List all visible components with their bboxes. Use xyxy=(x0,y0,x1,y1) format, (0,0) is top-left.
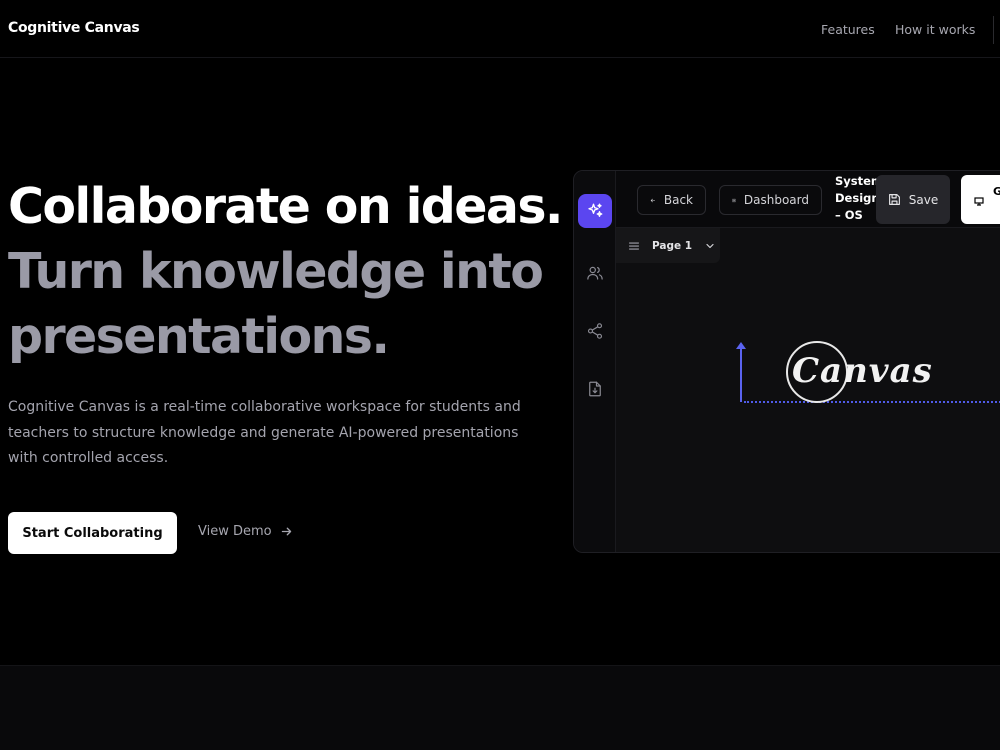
chevron-down-icon xyxy=(706,243,714,248)
app-preview: Back Dashboard System Design – OS Save G… xyxy=(573,170,1000,553)
canvas-dotted-line xyxy=(744,401,1000,403)
page-selector-label: Page 1 xyxy=(652,239,693,252)
arrow-right-icon xyxy=(281,527,291,536)
canvas-area[interactable]: Canvas xyxy=(616,263,1000,552)
share-icon xyxy=(587,323,603,339)
next-section xyxy=(0,665,1000,750)
hero-title-line3: presentations. xyxy=(8,308,390,365)
share-button[interactable] xyxy=(585,321,605,341)
canvas-text-element[interactable]: Canvas xyxy=(792,351,933,391)
save-label: Save xyxy=(908,192,939,207)
dashboard-button[interactable]: Dashboard xyxy=(719,185,822,215)
collaborators-button[interactable] xyxy=(585,263,605,283)
back-button[interactable]: Back xyxy=(637,185,706,215)
save-icon xyxy=(888,194,900,205)
view-demo-link[interactable]: View Demo xyxy=(198,524,293,539)
app-sidebar xyxy=(574,171,616,552)
sparkles-icon xyxy=(588,203,603,217)
file-download-icon xyxy=(589,381,601,397)
nav-divider xyxy=(993,16,994,44)
grid-icon xyxy=(732,198,736,202)
ai-generate-button[interactable] xyxy=(578,194,612,228)
present-button[interactable]: G xyxy=(961,175,1000,224)
save-button[interactable]: Save xyxy=(876,175,950,224)
view-demo-label: View Demo xyxy=(198,524,272,539)
nav-link-features[interactable]: Features xyxy=(821,22,875,37)
hero-title-line1: Collaborate on ideas. xyxy=(8,178,564,235)
canvas-arrow xyxy=(740,346,742,402)
app-toolbar: Back Dashboard System Design – OS Save G xyxy=(616,171,1000,228)
back-label: Back xyxy=(663,193,693,207)
hero-title-line2: Turn knowledge into xyxy=(8,243,544,300)
present-label: G xyxy=(993,185,1000,198)
presentation-icon xyxy=(974,197,984,206)
page-selector[interactable]: Page 1 xyxy=(616,228,720,263)
users-icon xyxy=(587,266,603,280)
hero-description: Cognitive Canvas is a real-time collabor… xyxy=(8,399,521,466)
start-collaborating-button[interactable]: Start Collaborating xyxy=(8,512,177,554)
menu-icon xyxy=(628,241,640,250)
export-button[interactable] xyxy=(585,379,605,399)
dashboard-label: Dashboard xyxy=(743,193,809,207)
hero-title: Collaborate on ideas. Turn knowledge int… xyxy=(8,174,568,369)
brand-logo[interactable]: Cognitive Canvas xyxy=(8,20,140,36)
nav-link-how-it-works[interactable]: How it works xyxy=(895,22,975,37)
top-nav: Cognitive Canvas Features How it works xyxy=(0,0,1000,58)
arrow-left-icon xyxy=(650,198,656,202)
